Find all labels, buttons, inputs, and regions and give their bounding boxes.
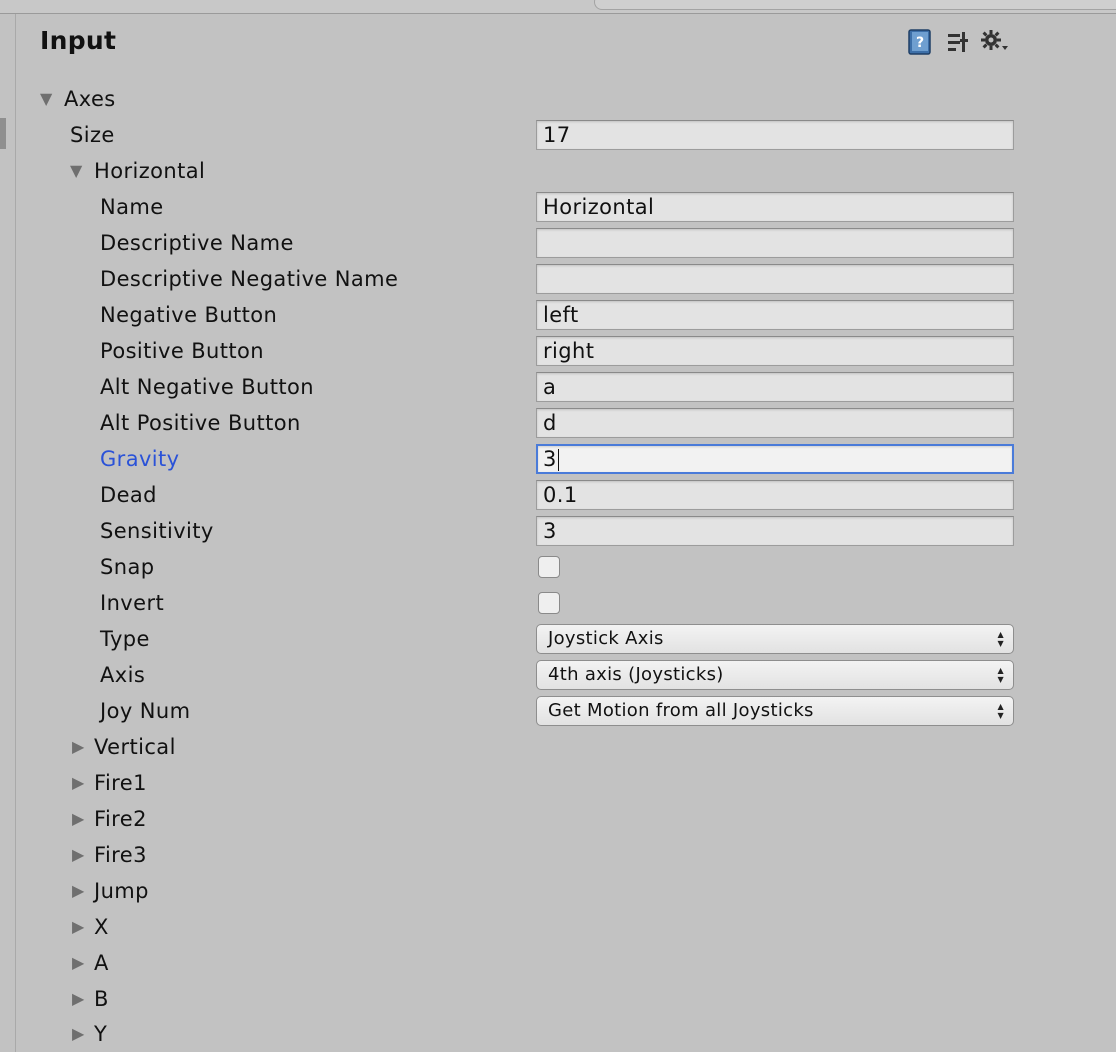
- foldout-label: B: [94, 987, 109, 1011]
- axes-label: Axes: [64, 87, 116, 111]
- axis-dropdown[interactable]: 4th axis (Joysticks) ▲ ▼: [536, 660, 1014, 690]
- axis-row: Axis 4th axis (Joysticks) ▲ ▼: [0, 657, 1116, 693]
- presets-icon[interactable]: [946, 30, 970, 54]
- name-label: Name: [100, 195, 164, 219]
- name-input[interactable]: Horizontal: [536, 192, 1014, 222]
- axes-foldout[interactable]: ▼ Axes: [0, 81, 1116, 117]
- horizontal-label: Horizontal: [94, 159, 206, 183]
- descriptive-negative-name-row: Descriptive Negative Name: [0, 261, 1116, 297]
- axis-foldout-a[interactable]: ▶ A: [0, 945, 1116, 981]
- descriptive-name-label: Descriptive Name: [100, 231, 294, 255]
- descriptive-negative-name-input[interactable]: [536, 264, 1014, 294]
- size-row: Size 17: [0, 117, 1116, 153]
- help-book-icon[interactable]: ?: [907, 28, 933, 56]
- expanded-triangle-icon[interactable]: ▼: [40, 81, 52, 117]
- alt-negative-button-input[interactable]: a: [536, 372, 1014, 402]
- gravity-value: 3: [543, 447, 557, 471]
- positive-button-row: Positive Button right: [0, 333, 1116, 369]
- invert-label: Invert: [100, 591, 165, 615]
- joy-num-row: Joy Num Get Motion from all Joysticks ▲ ▼: [0, 693, 1116, 729]
- axis-foldout-jump[interactable]: ▶ Jump: [0, 873, 1116, 909]
- axis-foldout-b[interactable]: ▶ B: [0, 981, 1116, 1017]
- foldout-label: Y: [94, 1022, 108, 1046]
- foldout-label: Fire1: [94, 771, 147, 795]
- sensitivity-input[interactable]: 3: [536, 516, 1014, 546]
- foldout-label: Fire3: [94, 843, 147, 867]
- collapsed-triangle-icon[interactable]: ▶: [72, 837, 84, 873]
- descriptive-negative-name-label: Descriptive Negative Name: [100, 267, 399, 291]
- gravity-label: Gravity: [100, 447, 180, 471]
- alt-positive-button-label: Alt Positive Button: [100, 411, 301, 435]
- axis-selected-value: 4th axis (Joysticks): [548, 664, 724, 685]
- snap-label: Snap: [100, 555, 155, 579]
- updown-arrows-icon: ▲ ▼: [997, 702, 1004, 720]
- descriptive-name-input[interactable]: [536, 228, 1014, 258]
- positive-button-input[interactable]: right: [536, 336, 1014, 366]
- axis-foldout-fire1[interactable]: ▶ Fire1: [0, 765, 1116, 801]
- foldout-label: Fire2: [94, 807, 147, 831]
- dead-row: Dead 0.1: [0, 477, 1116, 513]
- positive-button-label: Positive Button: [100, 339, 264, 363]
- axis-foldout-vertical[interactable]: ▶ Vertical: [0, 729, 1116, 765]
- type-selected-value: Joystick Axis: [548, 628, 664, 649]
- collapsed-triangle-icon[interactable]: ▶: [72, 945, 84, 981]
- collapsed-triangle-icon[interactable]: ▶: [72, 873, 84, 909]
- collapsed-triangle-icon[interactable]: ▶: [72, 1016, 84, 1052]
- joy-num-label: Joy Num: [100, 699, 191, 723]
- expanded-triangle-icon[interactable]: ▼: [70, 153, 82, 189]
- updown-arrows-icon: ▲ ▼: [997, 630, 1004, 648]
- axis-label: Axis: [100, 663, 146, 687]
- dead-input[interactable]: 0.1: [536, 480, 1014, 510]
- gravity-row: Gravity 3: [0, 441, 1116, 477]
- dead-label: Dead: [100, 483, 157, 507]
- gravity-input[interactable]: 3: [536, 444, 1014, 474]
- horizontal-foldout[interactable]: ▼ Horizontal: [0, 153, 1116, 189]
- collapsed-triangle-icon[interactable]: ▶: [72, 909, 84, 945]
- alt-positive-button-input[interactable]: d: [536, 408, 1014, 438]
- snap-row: Snap: [0, 549, 1116, 585]
- collapsed-triangle-icon[interactable]: ▶: [72, 981, 84, 1017]
- type-dropdown[interactable]: Joystick Axis ▲ ▼: [536, 624, 1014, 654]
- axis-foldout-fire2[interactable]: ▶ Fire2: [0, 801, 1116, 837]
- foldout-label: A: [94, 951, 109, 975]
- type-label: Type: [100, 627, 150, 651]
- alt-positive-button-row: Alt Positive Button d: [0, 405, 1116, 441]
- negative-button-row: Negative Button left: [0, 297, 1116, 333]
- foldout-label: Vertical: [94, 735, 176, 759]
- descriptive-name-row: Descriptive Name: [0, 225, 1116, 261]
- size-input[interactable]: 17: [536, 120, 1014, 150]
- inspector-title: Input: [40, 26, 117, 55]
- collapsed-triangle-icon[interactable]: ▶: [72, 765, 84, 801]
- axis-foldout-fire3[interactable]: ▶ Fire3: [0, 837, 1116, 873]
- axis-foldout-x[interactable]: ▶ X: [0, 909, 1116, 945]
- sensitivity-label: Sensitivity: [100, 519, 214, 543]
- type-row: Type Joystick Axis ▲ ▼: [0, 621, 1116, 657]
- axis-foldout-y[interactable]: ▶ Y: [0, 1016, 1116, 1052]
- snap-checkbox[interactable]: [538, 556, 560, 578]
- svg-text:?: ?: [916, 35, 924, 51]
- updown-arrows-icon: ▲ ▼: [997, 666, 1004, 684]
- size-label: Size: [70, 123, 115, 147]
- negative-button-label: Negative Button: [100, 303, 278, 327]
- joy-num-dropdown[interactable]: Get Motion from all Joysticks ▲ ▼: [536, 696, 1014, 726]
- collapsed-triangle-icon[interactable]: ▶: [72, 801, 84, 837]
- name-row: Name Horizontal: [0, 189, 1116, 225]
- search-bar-edge[interactable]: [594, 0, 1116, 10]
- window-top-strip: [0, 0, 1116, 14]
- negative-button-input[interactable]: left: [536, 300, 1014, 330]
- gear-menu-icon[interactable]: [980, 28, 1010, 54]
- foldout-label: Jump: [94, 879, 149, 903]
- text-caret: [557, 449, 559, 471]
- sensitivity-row: Sensitivity 3: [0, 513, 1116, 549]
- alt-negative-button-label: Alt Negative Button: [100, 375, 314, 399]
- invert-checkbox[interactable]: [538, 592, 560, 614]
- collapsed-triangle-icon[interactable]: ▶: [72, 729, 84, 765]
- foldout-label: X: [94, 915, 109, 939]
- invert-row: Invert: [0, 585, 1116, 621]
- alt-negative-button-row: Alt Negative Button a: [0, 369, 1116, 405]
- joy-num-selected-value: Get Motion from all Joysticks: [548, 700, 814, 721]
